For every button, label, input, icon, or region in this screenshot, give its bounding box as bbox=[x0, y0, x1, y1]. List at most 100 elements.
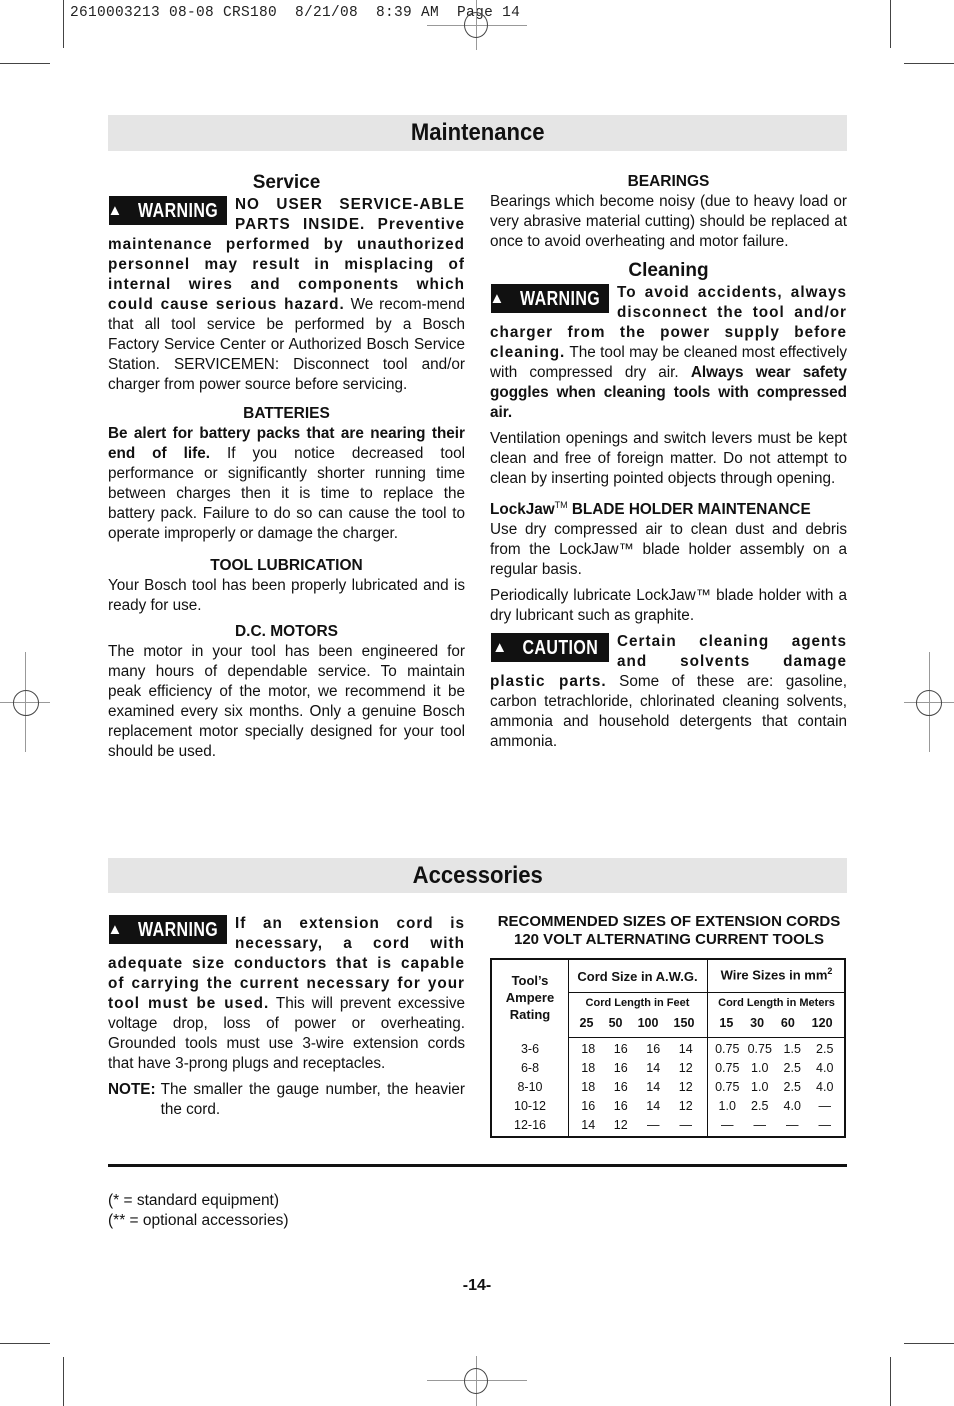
table-title: RECOMMENDED SIZES OF EXTENSION CORDS 120… bbox=[497, 913, 841, 948]
mm-cell: 0.75 bbox=[715, 1080, 740, 1094]
mm-cell: 0.75 bbox=[715, 1061, 740, 1075]
awg-cell: 18 bbox=[581, 1080, 596, 1094]
maintenance-right-column: BEARINGS Bearings which become noisy (du… bbox=[489, 172, 847, 752]
meter-values: 15 30 60 120 bbox=[719, 1016, 833, 1030]
awg-cell: — bbox=[679, 1118, 693, 1132]
feet-header: Cord Length in Feet bbox=[585, 997, 690, 1009]
mm-cells: 0.75 1.0 2.5 4.0 bbox=[711, 1080, 841, 1094]
awg-cell: 16 bbox=[613, 1099, 628, 1113]
note-text: The smaller the gauge number, the heavie… bbox=[160, 1081, 465, 1118]
awg-cells: 16 16 14 12 bbox=[572, 1099, 702, 1113]
lubrication-heading: TOOL LUBRICATION bbox=[210, 557, 363, 574]
motors-heading: D.C. MOTORS bbox=[234, 623, 339, 640]
ventilation-paragraph: Ventilation openings and switch levers m… bbox=[490, 430, 847, 487]
footer-rule bbox=[108, 1164, 847, 1167]
crop-mark bbox=[0, 1343, 50, 1344]
bearings-heading: BEARINGS bbox=[627, 173, 710, 190]
mm-header: Wire Sizes in mm2 bbox=[720, 966, 833, 983]
motors-paragraph: The motor in your tool has been engineer… bbox=[108, 643, 465, 760]
cleaning-heading: Cleaning bbox=[628, 260, 709, 281]
maintenance-left-column: Service ▲ WARNING NO USER SERVICE-ABLE P… bbox=[107, 172, 465, 762]
mm-cell: 1.0 bbox=[751, 1061, 769, 1075]
cleaning-warning-paragraph: ▲ WARNING To avoid accidents, always dis… bbox=[489, 284, 847, 421]
rating-cell: 6-8 bbox=[520, 1061, 540, 1075]
accessories-column: ▲ WARNING If an extension cord is necess… bbox=[107, 914, 465, 1120]
awg-cell: 12 bbox=[678, 1099, 693, 1113]
extension-cord-table: Tool’s Ampere Rating Cord Size in A.W.G.… bbox=[490, 958, 846, 1138]
warning-badge: ▲ WARNING bbox=[489, 284, 609, 313]
mm-cell: 1.0 bbox=[718, 1099, 736, 1113]
lockjaw-heading: LockJawTM BLADE HOLDER MAINTENANCE bbox=[490, 500, 811, 519]
lockjaw-paragraph: Use dry compressed air to clean dust and… bbox=[490, 521, 847, 579]
table-row: 8-10 18 16 14 12 0.75 1.0 2.5 4.0 bbox=[492, 1080, 844, 1099]
table-row: 10-12 16 16 14 12 1.0 2.5 4.0 — bbox=[492, 1099, 844, 1118]
mm-cell: 0.75 bbox=[747, 1042, 772, 1056]
table-row: 12-16 14 12 — — — — — — bbox=[492, 1118, 844, 1137]
mm-cell: — bbox=[818, 1099, 832, 1113]
maintenance-banner: Maintenance bbox=[108, 115, 847, 151]
mm-cell: 2.5 bbox=[751, 1099, 769, 1113]
warning-badge: ▲ WARNING bbox=[107, 196, 227, 225]
warning-triangle-icon: ▲ bbox=[492, 639, 508, 657]
warning-triangle-icon: ▲ bbox=[107, 921, 123, 938]
lubricate-paragraph: Periodically lubricate LockJaw™ blade ho… bbox=[490, 587, 847, 625]
awg-cell: 16 bbox=[613, 1061, 628, 1075]
awg-cells: 18 16 14 12 bbox=[572, 1080, 702, 1094]
service-paragraph: ▲ WARNING NO USER SERVICE-ABLE PARTS INS… bbox=[107, 196, 465, 393]
mm-cell: 1.0 bbox=[751, 1080, 769, 1094]
mm-cell: 0.75 bbox=[715, 1042, 740, 1056]
note-label: NOTE: bbox=[108, 1081, 156, 1098]
extension-cord-warning: ▲ WARNING If an extension cord is necess… bbox=[107, 915, 465, 1072]
lubrication-paragraph: Your Bosch tool has been properly lubric… bbox=[108, 577, 465, 614]
print-slug: 2610003213 08-08 CRS180 8/21/08 8:39 AM … bbox=[70, 5, 521, 21]
awg-cell: 14 bbox=[646, 1061, 661, 1075]
table-row: 6-8 18 16 14 12 0.75 1.0 2.5 4.0 bbox=[492, 1061, 844, 1080]
accessories-title: Accessories bbox=[412, 861, 543, 889]
rating-cell: 10-12 bbox=[514, 1099, 546, 1113]
mm-cells: 1.0 2.5 4.0 — bbox=[711, 1099, 841, 1113]
maintenance-title: Maintenance bbox=[410, 119, 545, 146]
service-heading: Service bbox=[252, 172, 321, 193]
mm-cell: — bbox=[721, 1118, 734, 1132]
feet-values: 25 50 100 150 bbox=[579, 1016, 695, 1030]
awg-cell: 14 bbox=[678, 1042, 693, 1056]
batteries-heading: BATTERIES bbox=[243, 405, 330, 422]
awg-header: Cord Size in A.W.G. bbox=[577, 969, 698, 984]
warning-triangle-icon: ▲ bbox=[489, 290, 505, 307]
awg-cell: — bbox=[647, 1118, 660, 1132]
warning-triangle-icon: ▲ bbox=[107, 202, 123, 219]
awg-cell: 14 bbox=[646, 1099, 661, 1113]
mm-cell: 4.0 bbox=[816, 1080, 834, 1094]
mm-cell: 2.5 bbox=[783, 1080, 801, 1094]
note: NOTE: The smaller the gauge number, the … bbox=[108, 1080, 465, 1120]
crop-mark bbox=[904, 63, 954, 64]
meters-header: Cord Length in Meters bbox=[718, 997, 835, 1009]
crop-mark bbox=[0, 63, 50, 64]
awg-cell: 18 bbox=[581, 1061, 596, 1075]
awg-cell: 16 bbox=[613, 1080, 628, 1094]
bearings-paragraph: Bearings which become noisy (due to heav… bbox=[490, 193, 847, 250]
table-row: 3-6 18 16 16 14 0.75 0.75 1.5 2.5 bbox=[492, 1042, 844, 1061]
crop-mark bbox=[63, 1357, 64, 1406]
mm-cells: 0.75 0.75 1.5 2.5 bbox=[711, 1042, 841, 1056]
footnote-standard: (* = standard equipment) bbox=[108, 1192, 280, 1209]
rating-cell: 8-10 bbox=[517, 1080, 543, 1094]
awg-cell: 14 bbox=[646, 1080, 661, 1094]
rating-header: Tool’s Ampere Rating bbox=[505, 973, 555, 1022]
batteries-paragraph: Be alert for battery packs that are near… bbox=[108, 425, 465, 542]
awg-cell: 14 bbox=[581, 1118, 596, 1132]
crop-mark bbox=[890, 0, 891, 48]
mm-cells: 0.75 1.0 2.5 4.0 bbox=[711, 1061, 841, 1075]
page-number: -14- bbox=[462, 1277, 492, 1294]
awg-cell: 12 bbox=[613, 1118, 628, 1132]
warning-badge: ▲ WARNING bbox=[107, 915, 227, 944]
rating-cell: 12-16 bbox=[514, 1118, 546, 1132]
awg-cell: 12 bbox=[678, 1080, 693, 1094]
awg-cells: 18 16 16 14 bbox=[572, 1042, 702, 1056]
mm-cell: 1.5 bbox=[783, 1042, 801, 1056]
awg-cell: 16 bbox=[613, 1042, 628, 1056]
mm-cell: 4.0 bbox=[816, 1061, 834, 1075]
crop-mark bbox=[63, 0, 64, 48]
awg-cell: 16 bbox=[646, 1042, 661, 1056]
mm-cell: 2.5 bbox=[816, 1042, 834, 1056]
